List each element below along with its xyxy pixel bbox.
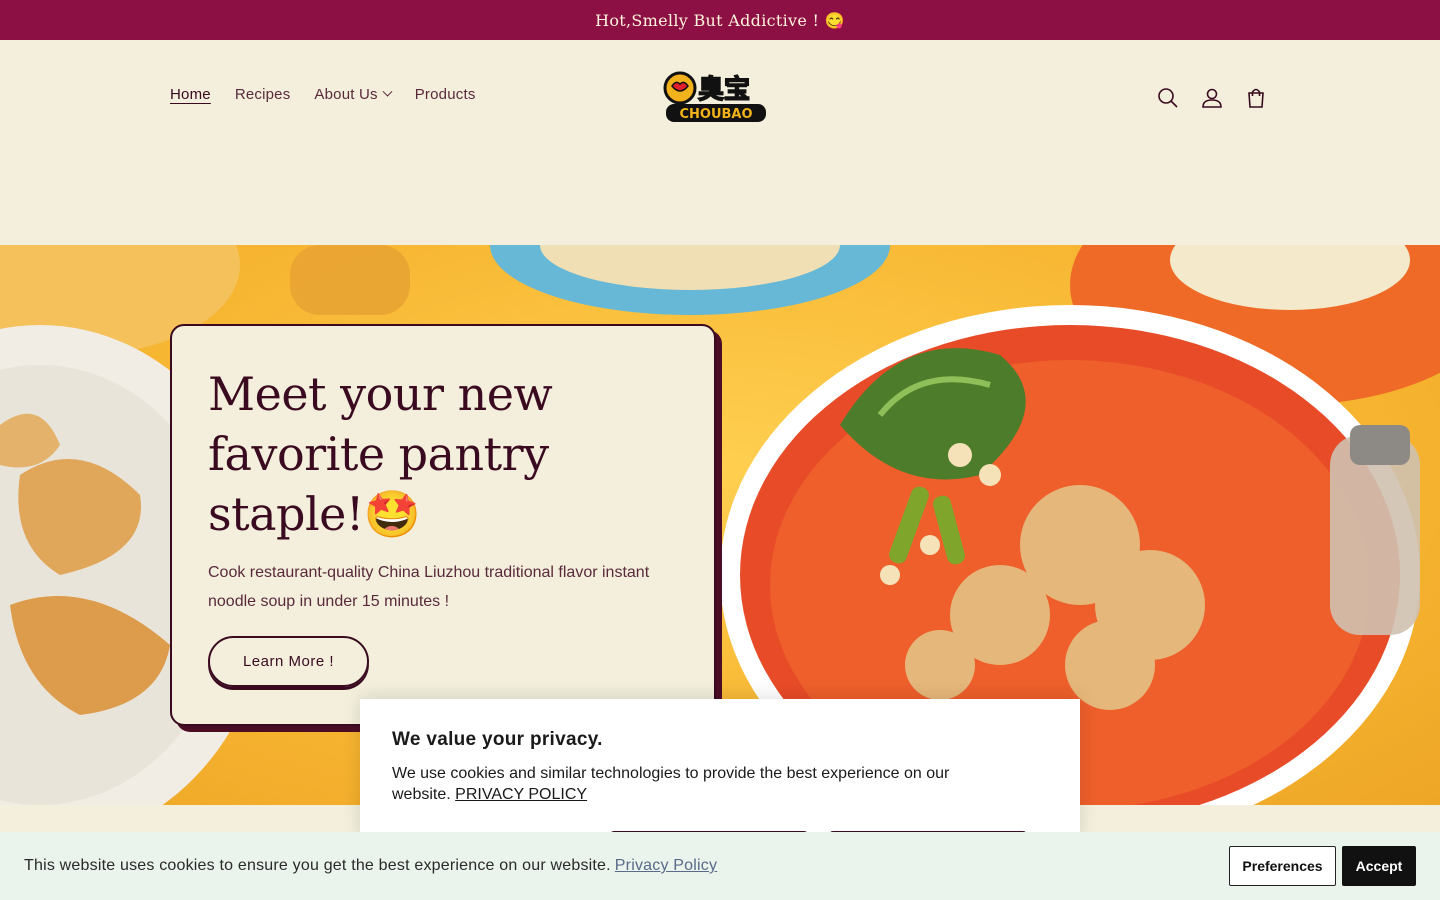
- cart-icon[interactable]: [1238, 80, 1274, 116]
- choubao-logo[interactable]: 臭宝 CHOUBAO: [660, 66, 772, 126]
- hero-card: Meet your new favorite pantry staple!🤩 C…: [170, 324, 716, 726]
- nav-recipes[interactable]: Recipes: [223, 80, 303, 109]
- cookie-privacy-link[interactable]: Privacy Policy: [615, 857, 717, 875]
- site-header: Home Recipes About Us Products 臭宝 CHOUBA…: [0, 40, 1440, 245]
- privacy-text: We use cookies and similar technologies …: [392, 763, 1012, 805]
- hero-title: Meet your new favorite pantry staple!🤩: [208, 367, 553, 541]
- account-icon[interactable]: [1194, 80, 1230, 116]
- search-icon[interactable]: [1150, 80, 1186, 116]
- nav-about-us-label: About Us: [314, 86, 378, 103]
- announcement-bar: Hot,Smelly But Addictive ! 😋: [0, 0, 1440, 40]
- chevron-down-icon: [382, 86, 393, 97]
- privacy-policy-link[interactable]: PRIVACY POLICY: [455, 786, 587, 803]
- nav-home[interactable]: Home: [158, 80, 223, 109]
- header-icons: [1150, 80, 1274, 116]
- cookie-text: This website uses cookies to ensure you …: [24, 857, 611, 874]
- nav-products[interactable]: Products: [403, 80, 488, 109]
- logo-cn-text: 臭宝: [698, 74, 750, 105]
- preferences-button[interactable]: Preferences: [1229, 846, 1336, 886]
- privacy-modal: We value your privacy. We use cookies an…: [360, 699, 1080, 843]
- logo-graphic: 臭宝 CHOUBAO: [663, 71, 766, 122]
- cookie-bar: This website uses cookies to ensure you …: [0, 832, 1440, 900]
- hero-subtitle: Cook restaurant-quality China Liuzhou tr…: [208, 564, 650, 610]
- announcement-text: Hot,Smelly But Addictive ! 😋: [595, 10, 845, 30]
- nav-about-us[interactable]: About Us: [302, 80, 402, 109]
- cookie-buttons: Preferences Accept: [1229, 846, 1416, 886]
- learn-more-button[interactable]: Learn More !: [208, 636, 369, 687]
- logo-en-text: CHOUBAO: [679, 107, 752, 122]
- privacy-title: We value your privacy.: [392, 729, 603, 750]
- main-nav: Home Recipes About Us Products: [158, 80, 488, 109]
- accept-button[interactable]: Accept: [1342, 846, 1416, 886]
